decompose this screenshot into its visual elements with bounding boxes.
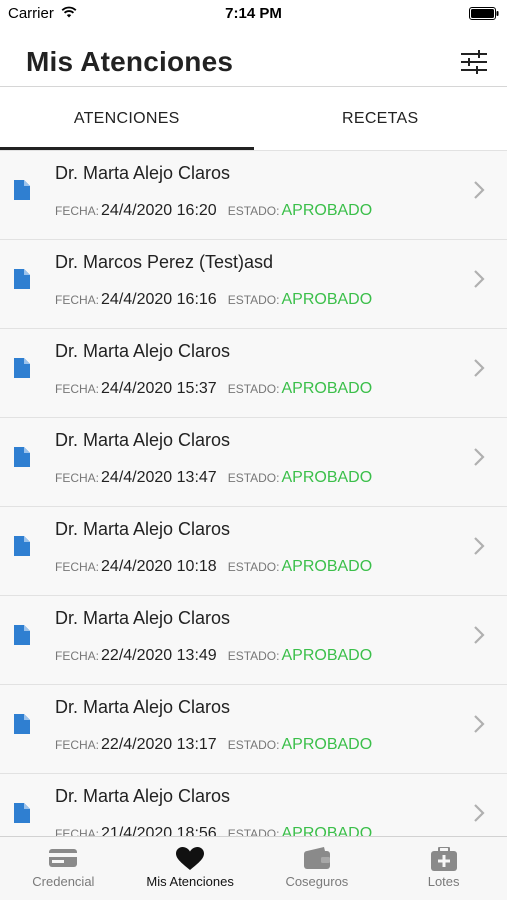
filter-sliders-icon[interactable] — [459, 48, 489, 76]
fecha-label: FECHA: — [55, 382, 100, 396]
document-icon — [14, 625, 30, 645]
list-item[interactable]: Dr. Marta Alejo Claros FECHA: 21/4/2020 … — [0, 773, 507, 836]
tabbar-label: Coseguros — [285, 874, 349, 889]
status-value: APROBADO — [281, 380, 373, 397]
date-value: 21/4/2020 18:56 — [101, 825, 217, 836]
status-value: APROBADO — [281, 469, 373, 486]
fecha-label: FECHA: — [55, 471, 100, 485]
doctor-name: Dr. Marta Alejo Claros — [55, 430, 231, 450]
card-icon — [49, 849, 78, 867]
list-item[interactable]: Dr. Marta Alejo Claros FECHA: 24/4/2020 … — [0, 506, 507, 595]
estado-label: ESTADO: — [227, 649, 280, 663]
attention-list[interactable]: Dr. Marta Alejo Claros FECHA: 24/4/2020 … — [0, 150, 507, 836]
estado-label: ESTADO: — [227, 293, 280, 307]
list-item[interactable]: Dr. Marta Alejo Claros FECHA: 22/4/2020 … — [0, 595, 507, 684]
heart-icon — [176, 847, 205, 870]
tabbar-item-lotes[interactable]: Lotes — [380, 837, 507, 900]
doctor-name: Dr. Marta Alejo Claros — [55, 697, 231, 717]
chevron-right-icon — [474, 537, 485, 555]
status-bar: Carrier 7:14 PM — [0, 0, 507, 28]
tabbar-label: Credencial — [32, 874, 95, 889]
list-item[interactable]: Dr. Marta Alejo Claros FECHA: 22/4/2020 … — [0, 684, 507, 773]
tabbar-item-mis-atenciones[interactable]: Mis Atenciones — [127, 837, 254, 900]
document-icon — [14, 358, 30, 378]
list-item[interactable]: Dr. Marta Alejo Claros FECHA: 24/4/2020 … — [0, 150, 507, 239]
fecha-label: FECHA: — [55, 649, 100, 663]
date-value: 24/4/2020 16:16 — [101, 291, 217, 308]
chevron-right-icon — [474, 270, 485, 288]
status-value: APROBADO — [281, 736, 373, 753]
document-icon — [14, 447, 30, 467]
status-value: APROBADO — [281, 291, 373, 308]
estado-label: ESTADO: — [227, 471, 280, 485]
tab-recetas[interactable]: RECETAS — [254, 87, 507, 150]
list-item[interactable]: Dr. Marcos Perez (Test)asd FECHA: 24/4/2… — [0, 239, 507, 328]
row-meta: FECHA: 24/4/2020 16:20 ESTADO: APROBADO — [55, 202, 372, 220]
document-icon — [14, 180, 30, 200]
estado-label: ESTADO: — [227, 738, 280, 752]
tabbar-item-coseguros[interactable]: Coseguros — [254, 837, 381, 900]
date-value: 24/4/2020 16:20 — [101, 202, 217, 219]
chevron-right-icon — [474, 804, 485, 822]
tabbar-label: Mis Atenciones — [146, 874, 234, 889]
doctor-name: Dr. Marcos Perez (Test)asd — [55, 252, 274, 272]
wallet-icon — [303, 847, 330, 869]
chevron-right-icon — [474, 359, 485, 377]
doctor-name: Dr. Marta Alejo Claros — [55, 608, 231, 628]
document-icon — [14, 269, 30, 289]
status-value: APROBADO — [281, 558, 373, 575]
fecha-label: FECHA: — [55, 293, 100, 307]
doctor-name: Dr. Marta Alejo Claros — [55, 786, 231, 806]
row-meta: FECHA: 24/4/2020 15:37 ESTADO: APROBADO — [55, 380, 372, 398]
status-value: APROBADO — [281, 647, 373, 664]
document-icon — [14, 714, 30, 734]
estado-label: ESTADO: — [227, 827, 280, 836]
row-meta: FECHA: 22/4/2020 13:17 ESTADO: APROBADO — [55, 736, 372, 754]
clock-label: 7:14 PM — [225, 5, 282, 22]
date-value: 24/4/2020 15:37 — [101, 380, 217, 397]
date-value: 24/4/2020 10:18 — [101, 558, 217, 575]
tabbar-label: Lotes — [427, 874, 460, 889]
row-meta: FECHA: 21/4/2020 18:56 ESTADO: APROBADO — [55, 825, 372, 836]
segment-tabs: ATENCIONES RECETAS — [0, 86, 507, 150]
date-value: 24/4/2020 13:47 — [101, 469, 217, 486]
estado-label: ESTADO: — [227, 560, 280, 574]
chevron-right-icon — [474, 626, 485, 644]
chevron-right-icon — [474, 181, 485, 199]
fecha-label: FECHA: — [55, 738, 100, 752]
page-title: Mis Atenciones — [26, 46, 234, 77]
status-value: APROBADO — [281, 202, 373, 219]
battery-icon — [469, 7, 499, 20]
row-meta: FECHA: 24/4/2020 10:18 ESTADO: APROBADO — [55, 558, 372, 576]
estado-label: ESTADO: — [227, 204, 280, 218]
chevron-right-icon — [474, 448, 485, 466]
estado-label: ESTADO: — [227, 382, 280, 396]
chevron-right-icon — [474, 715, 485, 733]
fecha-label: FECHA: — [55, 204, 100, 218]
tabbar-item-credencial[interactable]: Credencial — [0, 837, 127, 900]
medical-kit-icon — [430, 847, 457, 871]
row-meta: FECHA: 24/4/2020 13:47 ESTADO: APROBADO — [55, 469, 372, 487]
bottom-tab-bar: Credencial Mis Atenciones Coseguros Lote… — [0, 836, 507, 900]
list-item[interactable]: Dr. Marta Alejo Claros FECHA: 24/4/2020 … — [0, 328, 507, 417]
fecha-label: FECHA: — [55, 827, 100, 836]
doctor-name: Dr. Marta Alejo Claros — [55, 163, 231, 183]
tab-atenciones[interactable]: ATENCIONES — [0, 87, 254, 150]
nav-header: Mis Atenciones — [0, 28, 507, 86]
row-meta: FECHA: 24/4/2020 16:16 ESTADO: APROBADO — [55, 291, 372, 309]
document-icon — [14, 536, 30, 556]
doctor-name: Dr. Marta Alejo Claros — [55, 341, 231, 361]
fecha-label: FECHA: — [55, 560, 100, 574]
list-item[interactable]: Dr. Marta Alejo Claros FECHA: 24/4/2020 … — [0, 417, 507, 506]
document-icon — [14, 803, 30, 823]
doctor-name: Dr. Marta Alejo Claros — [55, 519, 231, 539]
date-value: 22/4/2020 13:17 — [101, 736, 217, 753]
date-value: 22/4/2020 13:49 — [101, 647, 217, 664]
row-meta: FECHA: 22/4/2020 13:49 ESTADO: APROBADO — [55, 647, 372, 665]
status-value: APROBADO — [281, 825, 373, 836]
